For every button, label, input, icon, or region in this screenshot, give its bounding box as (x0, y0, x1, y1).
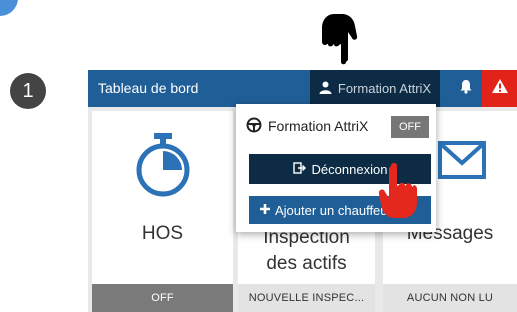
plus-icon (259, 203, 271, 218)
messages-status-footer: AUCUN NON LU (383, 284, 517, 312)
stopwatch-icon (134, 133, 192, 202)
vehicle-label: Formation AttriX (268, 118, 369, 134)
notifications-button[interactable] (450, 70, 482, 107)
step-number: 1 (22, 79, 34, 102)
envelope-icon (438, 141, 486, 184)
user-menu-button[interactable]: Formation AttriX (310, 70, 440, 107)
add-driver-label: Ajouter un chauffeur (275, 202, 392, 218)
logout-icon (292, 161, 306, 177)
user-menu-label: Formation AttriX (337, 81, 432, 96)
inspection-tile-label-line2: des actifs (266, 253, 347, 274)
user-icon (319, 81, 332, 97)
bell-icon (459, 79, 473, 99)
warning-icon (491, 78, 509, 99)
inspection-status-footer: NOUVELLE INSPEC... (238, 284, 375, 312)
pointing-hand-icon (320, 10, 360, 71)
top-bar: Tableau de bord Formation AttriX (88, 70, 517, 107)
vehicle-row: Formation AttriX (246, 114, 368, 138)
hos-status-footer: OFF (92, 284, 233, 312)
steering-wheel-icon (246, 117, 262, 136)
step-indicator-top (0, 0, 18, 16)
app-screen: Tableau de bord Formation AttriX HOS OFF… (88, 70, 517, 312)
alert-button[interactable] (482, 70, 517, 107)
step-number-badge: 1 (10, 73, 46, 109)
pointing-hand-icon (377, 162, 417, 225)
page-title: Tableau de bord (98, 80, 199, 96)
hos-tile-label: HOS (141, 223, 184, 244)
vehicle-status-toggle[interactable]: OFF (391, 116, 429, 138)
hos-tile[interactable]: HOS OFF (92, 111, 233, 312)
